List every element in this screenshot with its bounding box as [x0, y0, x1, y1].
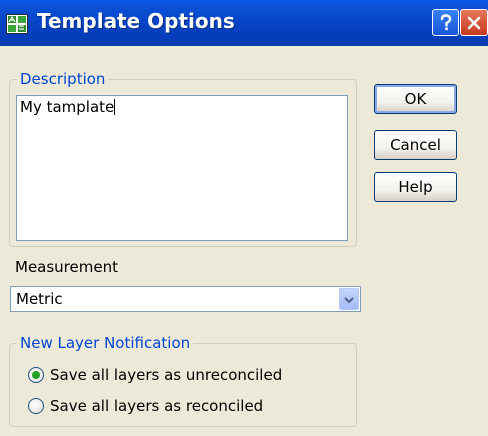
radio-button-unreconciled[interactable] — [28, 367, 44, 383]
description-textarea[interactable]: My tamplate — [16, 95, 348, 241]
text-caret — [114, 99, 116, 115]
measurement-select[interactable]: Metric — [10, 286, 361, 312]
new-layer-notification-label: New Layer Notification — [17, 334, 194, 352]
radio-label-unreconciled: Save all layers as unreconciled — [50, 366, 283, 384]
measurement-selected-value: Metric — [16, 290, 63, 308]
title-close-button[interactable] — [460, 9, 488, 36]
description-group-label: Description — [17, 70, 109, 88]
radio-selected-dot — [32, 371, 40, 379]
radio-option-unreconciled[interactable]: Save all layers as unreconciled — [28, 366, 282, 384]
template-app-icon — [6, 14, 28, 34]
radio-label-reconciled: Save all layers as reconciled — [50, 397, 264, 415]
window-title: Template Options — [37, 9, 235, 33]
help-button[interactable]: Help — [374, 172, 457, 202]
close-icon — [466, 15, 482, 31]
title-help-button[interactable] — [432, 9, 459, 36]
description-text: My tamplate — [20, 98, 115, 116]
question-icon — [439, 13, 453, 32]
radio-option-reconciled[interactable]: Save all layers as reconciled — [28, 397, 263, 415]
chevron-down-icon — [344, 290, 354, 308]
title-bar[interactable]: Template Options — [0, 0, 488, 46]
measurement-dropdown-button[interactable] — [339, 288, 359, 310]
ok-button[interactable]: OK — [374, 84, 457, 114]
radio-button-reconciled[interactable] — [28, 398, 44, 414]
cancel-button[interactable]: Cancel — [374, 130, 457, 160]
measurement-label: Measurement — [15, 258, 118, 276]
